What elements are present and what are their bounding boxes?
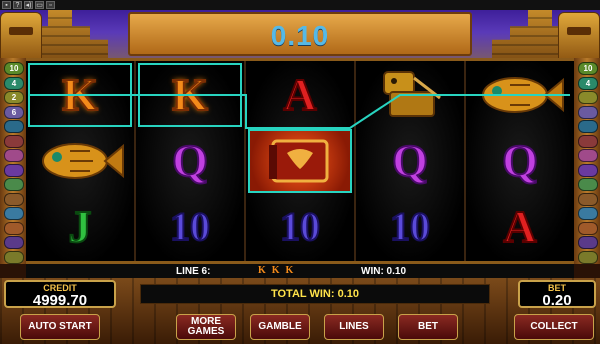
reel-3-symbol-3: 10 bbox=[279, 204, 321, 249]
line-markers-left: 10 4 2 6 bbox=[0, 58, 26, 264]
sound-icon[interactable]: ◂) bbox=[24, 1, 33, 9]
reel-2-symbol-2: Q bbox=[171, 135, 209, 186]
line-marker-left-14 bbox=[4, 250, 24, 264]
totem-left-icon bbox=[0, 12, 42, 64]
line-marker-left-5 bbox=[4, 120, 24, 133]
lines-button[interactable]: LINES bbox=[324, 314, 384, 340]
gamble-button[interactable]: GAMBLE bbox=[250, 314, 310, 340]
line-marker-right-14 bbox=[578, 250, 598, 264]
line-marker-left-9 bbox=[4, 178, 24, 191]
reel-1-symbol-2 bbox=[28, 129, 132, 193]
line-marker-right-5 bbox=[578, 120, 598, 133]
reel-3-symbol-1: A bbox=[282, 69, 317, 120]
line-marker-right-7 bbox=[578, 149, 598, 162]
win-line-amount: WIN: 0.10 bbox=[361, 266, 407, 277]
line-marker-right-10 bbox=[578, 192, 598, 206]
line-marker-right-9 bbox=[578, 178, 598, 191]
line-marker-left-7 bbox=[4, 149, 24, 162]
reel-4-symbol-2: Q bbox=[391, 135, 429, 186]
more-games-button[interactable]: MORE GAMES bbox=[176, 314, 236, 340]
reel-4: Q 10 bbox=[356, 61, 466, 261]
line-marker-left-1: 10 bbox=[4, 62, 24, 75]
line-marker-left-10 bbox=[4, 192, 24, 206]
reel-1-symbol-3: J bbox=[68, 201, 93, 252]
line-marker-right-2: 4 bbox=[578, 76, 598, 90]
bet-button[interactable]: BET bbox=[398, 314, 458, 340]
reel-2-symbol-3: 10 bbox=[169, 204, 211, 249]
line-marker-left-3: 2 bbox=[4, 91, 24, 104]
reel-2-symbol-1: K bbox=[138, 63, 242, 127]
win-line-symbols: KKK bbox=[258, 265, 300, 276]
line-marker-right-6 bbox=[578, 134, 598, 148]
line-marker-right-13 bbox=[578, 236, 598, 249]
reels-area: K J K Q 10 A 10 Q 10 Q A bbox=[26, 58, 574, 264]
credit-box: CREDIT 4999.70 bbox=[4, 280, 116, 309]
line-markers-right: 10 4 bbox=[574, 58, 600, 264]
line-marker-left-6 bbox=[4, 134, 24, 148]
settings-button[interactable]: ▫ bbox=[46, 1, 55, 9]
bet-display-value: 0.10 bbox=[270, 20, 330, 51]
line-marker-right-4 bbox=[578, 105, 598, 119]
reel-4-symbol-3: 10 bbox=[389, 204, 431, 249]
reel-2: K Q 10 bbox=[136, 61, 246, 261]
line-marker-right-1: 10 bbox=[578, 62, 598, 75]
win-line-label: LINE 6: bbox=[176, 266, 211, 277]
fish-icon bbox=[482, 77, 564, 113]
book-icon bbox=[269, 139, 329, 183]
line-marker-left-11 bbox=[4, 207, 24, 220]
total-win-display: TOTAL WIN: 0.10 bbox=[140, 284, 490, 304]
line-marker-left-4: 6 bbox=[4, 105, 24, 119]
credit-value: 4999.70 bbox=[32, 292, 88, 309]
line-marker-left-13 bbox=[4, 236, 24, 249]
reel-4-symbol-1 bbox=[358, 63, 462, 127]
fullscreen-button[interactable]: ▭ bbox=[35, 1, 44, 9]
line-marker-left-12 bbox=[4, 221, 24, 235]
reel-1-symbol-1: K bbox=[28, 63, 132, 127]
reel-1: K J bbox=[26, 61, 136, 261]
reel-5-symbol-2: Q bbox=[501, 135, 539, 186]
reel-5-symbol-1 bbox=[468, 63, 572, 127]
reel-3-symbol-2 bbox=[248, 129, 352, 193]
line-marker-right-8 bbox=[578, 163, 598, 177]
win-info-bar: LINE 6: KKK WIN: 0.10 bbox=[26, 264, 574, 278]
top-toolbar: ▪ ? ◂) ▭ ▫ bbox=[0, 0, 600, 10]
auto-start-button[interactable]: AUTO START bbox=[20, 314, 100, 340]
line-marker-left-8 bbox=[4, 163, 24, 177]
flag-icon[interactable]: ▪ bbox=[2, 1, 11, 9]
fish-icon bbox=[42, 143, 124, 179]
collect-button[interactable]: COLLECT bbox=[514, 314, 594, 340]
bet-display-panel: 0.10 bbox=[128, 12, 472, 56]
bet-box: BET 0.20 bbox=[518, 280, 596, 309]
reel-3: A 10 bbox=[246, 61, 356, 261]
totem-right-icon bbox=[558, 12, 600, 64]
idol-icon bbox=[383, 71, 441, 117]
line-marker-right-12 bbox=[578, 221, 598, 235]
line-marker-right-3 bbox=[578, 91, 598, 104]
help-button[interactable]: ? bbox=[13, 1, 22, 9]
line-marker-right-11 bbox=[578, 207, 598, 220]
line-marker-left-2: 4 bbox=[4, 76, 24, 90]
bet-value: 0.20 bbox=[542, 292, 572, 309]
reel-5: Q A bbox=[466, 61, 574, 261]
reel-5-symbol-3: A bbox=[502, 201, 537, 252]
